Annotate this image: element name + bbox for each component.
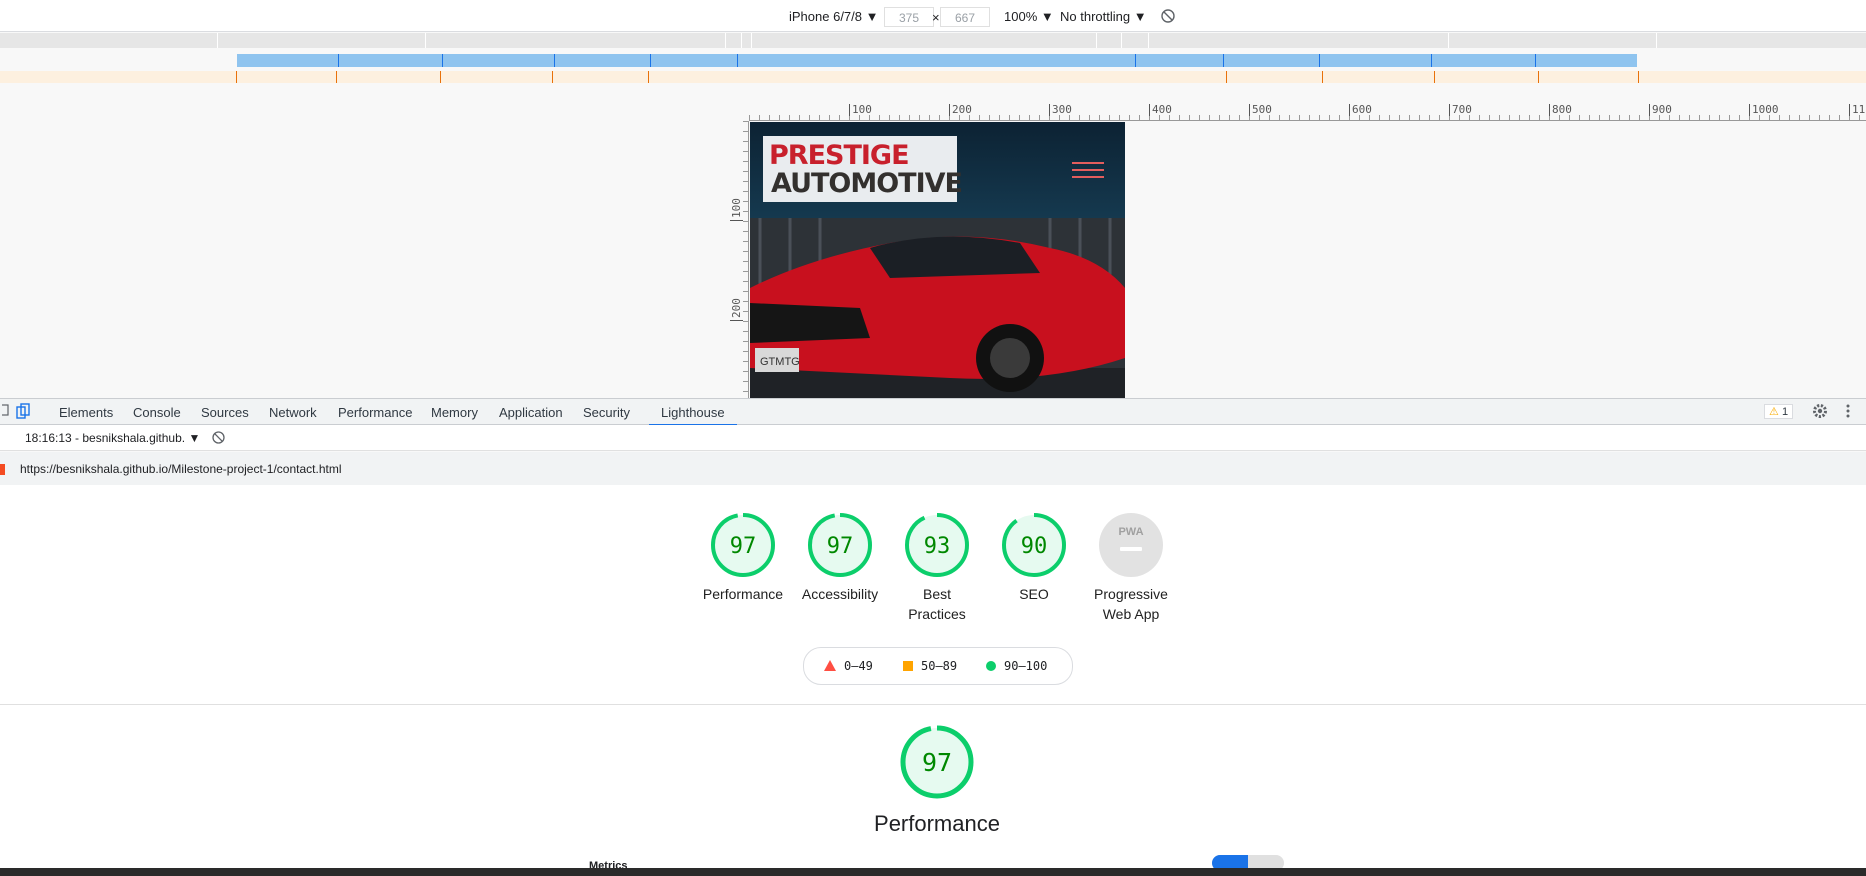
- window-bottom-edge: [0, 868, 1866, 876]
- times-sign: ×: [932, 10, 940, 25]
- score-scale-legend: 0–49 50–89 90–100: [803, 647, 1073, 685]
- tab-application[interactable]: Application: [499, 405, 563, 420]
- hero-image: GTMTG: [750, 218, 1125, 398]
- score-value: 93: [924, 534, 951, 559]
- rotate-icon[interactable]: [1161, 9, 1175, 23]
- devtools-tabbar: Elements Console Sources Network Perform…: [0, 398, 1866, 426]
- settings-gear-icon[interactable]: [1812, 403, 1828, 422]
- score-label: Progressive Web App: [1094, 586, 1168, 622]
- media-query-bar-max-width[interactable]: [0, 33, 1866, 48]
- tab-console[interactable]: Console: [133, 405, 181, 420]
- report-url-bar: https://besnikshala.github.io/Milestone-…: [0, 452, 1866, 485]
- tab-performance[interactable]: Performance: [338, 405, 412, 420]
- device-toggle-icon[interactable]: [16, 403, 30, 422]
- ruler-label: 100: [849, 104, 872, 116]
- circle-icon: [986, 661, 996, 671]
- square-icon: [903, 661, 913, 671]
- device-select[interactable]: iPhone 6/7/8 ▼: [789, 9, 878, 24]
- score-gauge-pwa[interactable]: PWA Progressive Web App: [1081, 512, 1181, 624]
- score-label: Best Practices: [908, 586, 966, 622]
- site-logo[interactable]: PRESTIGE AUTOMOTIVE: [763, 136, 963, 202]
- legend-fail: 0–49: [824, 659, 873, 673]
- report-selector[interactable]: 18:16:13 - besnikshala.github. ▼: [25, 431, 200, 445]
- ruler-label: 300: [1049, 104, 1072, 116]
- score-value: 90: [1021, 534, 1048, 559]
- audited-url[interactable]: https://besnikshala.github.io/Milestone-…: [20, 462, 342, 476]
- more-options-icon[interactable]: [1846, 403, 1850, 422]
- ruler-label: 400: [1149, 104, 1172, 116]
- tab-sources[interactable]: Sources: [201, 405, 249, 420]
- warning-badge[interactable]: ⚠ 1: [1764, 404, 1794, 419]
- width-input[interactable]: 375: [884, 7, 934, 27]
- ruler-label: 800: [1549, 104, 1572, 116]
- zoom-select[interactable]: 100% ▼: [1004, 9, 1054, 24]
- score-label: Accessibility: [801, 586, 879, 602]
- score-gauge-seo[interactable]: 90 SEO: [984, 512, 1084, 604]
- lighthouse-toolbar: 18:16:13 - besnikshala.github. ▼: [0, 425, 1866, 451]
- legend-pass: 90–100: [986, 659, 1047, 673]
- score-value: 97: [827, 534, 854, 559]
- ruler-label: 700: [1449, 104, 1472, 116]
- triangle-icon: [824, 660, 836, 671]
- inspect-icon[interactable]: [0, 404, 10, 421]
- legend-average: 50–89: [903, 659, 957, 673]
- hamburger-menu-icon[interactable]: [1072, 162, 1104, 180]
- clear-icon[interactable]: [212, 431, 225, 447]
- ruler-label: 200: [730, 298, 743, 321]
- tab-network[interactable]: Network: [269, 405, 317, 420]
- tab-security[interactable]: Security: [583, 405, 630, 420]
- performance-score: 97: [922, 748, 952, 777]
- performance-section-title: Performance: [874, 811, 1000, 836]
- throttling-select[interactable]: No throttling ▼: [1060, 9, 1147, 24]
- pwa-badge-icon: PWA: [1118, 526, 1143, 538]
- site-header: PRESTIGE AUTOMOTIVE: [750, 122, 1125, 218]
- ruler-label: 900: [1649, 104, 1672, 116]
- media-query-bar-min-max-width[interactable]: [237, 54, 1637, 67]
- score-gauge-accessibility[interactable]: 97 Accessibility: [790, 512, 890, 604]
- section-divider: [0, 704, 1866, 705]
- score-label: SEO: [1019, 586, 1049, 602]
- red-car-image: GTMTG: [750, 218, 1125, 398]
- lighthouse-logo-icon: [0, 462, 6, 479]
- logo-line-2: AUTOMOTIVE: [771, 168, 963, 199]
- performance-section-gauge[interactable]: 97: [900, 725, 974, 804]
- ruler-label: 1000: [1749, 104, 1779, 116]
- media-query-bar-min-width[interactable]: [0, 71, 1866, 83]
- emulated-page[interactable]: PRESTIGE AUTOMOTIVE GTMTG: [750, 122, 1125, 398]
- tab-memory[interactable]: Memory: [431, 405, 478, 420]
- score-gauge-best-practices[interactable]: 93 Best Practices: [887, 512, 987, 624]
- logo-line-1: PRESTIGE: [769, 140, 910, 171]
- ruler-label: 11: [1849, 104, 1865, 116]
- score-label: Performance: [702, 586, 784, 602]
- warning-count: 1: [1781, 406, 1789, 418]
- warning-icon: ⚠: [1769, 406, 1779, 418]
- license-plate: GTMTG: [760, 356, 800, 368]
- score-value: 97: [730, 534, 757, 559]
- ruler-label: 600: [1349, 104, 1372, 116]
- ruler-vertical: 100 200: [730, 121, 749, 398]
- ruler-horizontal: 100 200 300 400 500 600 700 800 900 1000…: [749, 104, 1866, 121]
- tab-lighthouse[interactable]: Lighthouse: [649, 405, 737, 426]
- height-input[interactable]: 667: [940, 7, 990, 27]
- device-toolbar: iPhone 6/7/8 ▼ 375 × 667 100% ▼ No throt…: [0, 0, 1866, 32]
- ruler-label: 100: [730, 198, 743, 221]
- tab-elements[interactable]: Elements: [59, 405, 113, 420]
- score-gauge-performance[interactable]: 97 Performance: [693, 512, 793, 604]
- ruler-label: 500: [1249, 104, 1272, 116]
- ruler-label: 200: [949, 104, 972, 116]
